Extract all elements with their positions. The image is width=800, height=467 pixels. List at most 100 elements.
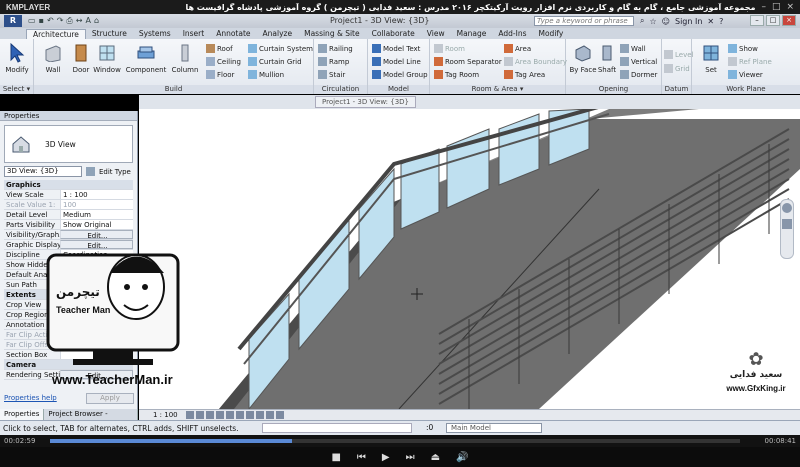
- wall-button[interactable]: Wall: [38, 41, 68, 83]
- ref-plane-button[interactable]: Ref Plane: [728, 56, 772, 67]
- sign-in-link[interactable]: Sign In: [675, 17, 702, 26]
- open-icon[interactable]: ▭: [28, 16, 36, 26]
- save-icon[interactable]: ▪: [39, 16, 44, 26]
- tag-area-button[interactable]: Tag Area: [504, 69, 545, 80]
- room-separator-button[interactable]: Room Separator: [434, 56, 502, 67]
- redo-icon[interactable]: ↷: [57, 16, 64, 26]
- property-value[interactable]: 1 : 100: [60, 190, 133, 199]
- star-icon[interactable]: ☆: [649, 17, 656, 26]
- next-icon[interactable]: ⏭: [406, 452, 415, 463]
- undo-icon[interactable]: ↶: [47, 16, 54, 26]
- maximize-icon[interactable]: □: [772, 2, 781, 12]
- curtain-system-button[interactable]: Curtain System: [248, 43, 313, 54]
- room-button[interactable]: Room: [434, 43, 465, 54]
- project-browser-tab[interactable]: Project Browser - Project1: [44, 409, 138, 429]
- window-button[interactable]: Window: [92, 41, 122, 83]
- tab-manage[interactable]: Manage: [451, 29, 493, 39]
- curtain-grid-button[interactable]: Curtain Grid: [248, 56, 302, 67]
- sun-path-icon[interactable]: [205, 411, 214, 419]
- rendering-icon[interactable]: [225, 411, 234, 419]
- tab-systems[interactable]: Systems: [133, 29, 177, 39]
- tab-add-ins[interactable]: Add-Ins: [492, 29, 532, 39]
- tab-insert[interactable]: Insert: [177, 29, 211, 39]
- wall-opening-button[interactable]: Wall: [620, 43, 646, 54]
- model-group-button[interactable]: Model Group: [372, 69, 428, 80]
- zoom-icon[interactable]: [782, 219, 792, 229]
- set-button[interactable]: Set: [696, 41, 726, 83]
- ceiling-button[interactable]: Ceiling: [206, 56, 241, 67]
- binoculars-icon[interactable]: ⌕: [640, 16, 644, 26]
- measure-icon[interactable]: ↔: [76, 16, 83, 26]
- room-area-group-label[interactable]: Room & Area ▾: [430, 85, 565, 94]
- property-value[interactable]: Show Original: [60, 220, 133, 229]
- shadows-icon[interactable]: [215, 411, 224, 419]
- view-instance-combo[interactable]: 3D View: {3D}: [4, 166, 82, 177]
- shaft-button[interactable]: Shaft: [592, 41, 622, 83]
- tab-modify[interactable]: Modify: [533, 29, 570, 39]
- level-button[interactable]: Level: [664, 49, 693, 60]
- tab-massing-site[interactable]: Massing & Site: [298, 29, 366, 39]
- type-selector[interactable]: 3D View: [4, 125, 133, 163]
- area-button[interactable]: Area: [504, 43, 531, 54]
- 3d-viewport[interactable]: ✿ سعید فدایی www.GfxKing.ir: [139, 109, 800, 409]
- steering-wheel-icon[interactable]: [782, 203, 792, 213]
- component-button[interactable]: Component: [126, 41, 166, 83]
- minimize-icon[interactable]: –: [761, 2, 766, 12]
- floor-button[interactable]: Floor: [206, 69, 234, 80]
- grid-button[interactable]: Grid: [664, 63, 690, 74]
- model-line-button[interactable]: Model Line: [372, 56, 421, 67]
- 3d-view-icon[interactable]: ⌂: [94, 16, 99, 26]
- app-restore-icon[interactable]: □: [766, 15, 780, 26]
- mullion-button[interactable]: Mullion: [248, 69, 284, 80]
- lock-3d-icon[interactable]: [255, 411, 264, 419]
- property-value[interactable]: 100: [60, 200, 133, 209]
- text-icon[interactable]: A: [86, 16, 91, 26]
- viewer-button[interactable]: Viewer: [728, 69, 763, 80]
- model-combo[interactable]: Main Model: [446, 423, 542, 433]
- stair-button[interactable]: Stair: [318, 69, 345, 80]
- exchange-icon[interactable]: ✕: [707, 17, 714, 26]
- properties-tab[interactable]: Properties: [0, 409, 45, 420]
- eject-icon[interactable]: ⏏: [431, 452, 440, 463]
- edit-type-button[interactable]: Edit Type: [86, 167, 131, 176]
- temp-hide-icon[interactable]: [265, 411, 274, 419]
- stop-icon[interactable]: ■: [331, 452, 340, 463]
- navigation-bar[interactable]: [780, 199, 794, 259]
- tab-view[interactable]: View: [421, 29, 451, 39]
- view-title-tab[interactable]: Project1 - 3D View: {3D}: [315, 96, 417, 108]
- column-button[interactable]: Column: [170, 41, 200, 83]
- ramp-button[interactable]: Ramp: [318, 56, 349, 67]
- play-icon[interactable]: ▶: [382, 452, 390, 463]
- apply-button[interactable]: Apply: [86, 393, 134, 404]
- app-close-icon[interactable]: ×: [782, 15, 796, 26]
- search-input[interactable]: Type a keyword or phrase: [534, 16, 634, 26]
- app-minimize-icon[interactable]: –: [750, 15, 764, 26]
- vertical-button[interactable]: Vertical: [620, 56, 657, 67]
- help-icon[interactable]: ?: [719, 17, 723, 26]
- railing-button[interactable]: Railing: [318, 43, 353, 54]
- tab-structure[interactable]: Structure: [86, 29, 133, 39]
- show-button[interactable]: Show: [728, 43, 758, 54]
- tag-room-button[interactable]: Tag Room: [434, 69, 479, 80]
- view-scale[interactable]: 1 : 100: [153, 411, 178, 419]
- close-icon[interactable]: ×: [786, 2, 794, 12]
- detail-level-icon[interactable]: [185, 411, 194, 419]
- reveal-hidden-icon[interactable]: [275, 411, 284, 419]
- roof-button[interactable]: Roof: [206, 43, 233, 54]
- properties-help-link[interactable]: Properties help: [4, 394, 57, 402]
- tab-architecture[interactable]: Architecture: [26, 29, 86, 39]
- show-crop-icon[interactable]: [245, 411, 254, 419]
- revit-logo-icon[interactable]: R: [4, 15, 22, 27]
- tab-annotate[interactable]: Annotate: [210, 29, 256, 39]
- property-category[interactable]: Graphics: [4, 180, 133, 190]
- model-text-button[interactable]: Model Text: [372, 43, 420, 54]
- crop-view-icon[interactable]: [235, 411, 244, 419]
- volume-icon[interactable]: 🔊: [456, 452, 468, 463]
- dormer-button[interactable]: Dormer: [620, 69, 657, 80]
- user-icon[interactable]: ☺: [662, 17, 670, 26]
- select-group-label[interactable]: Select ▾: [0, 85, 33, 94]
- print-icon[interactable]: ⎙: [66, 16, 72, 26]
- property-value[interactable]: Medium: [60, 210, 133, 219]
- previous-icon[interactable]: ⏮: [357, 452, 366, 463]
- seek-track[interactable]: [50, 439, 740, 443]
